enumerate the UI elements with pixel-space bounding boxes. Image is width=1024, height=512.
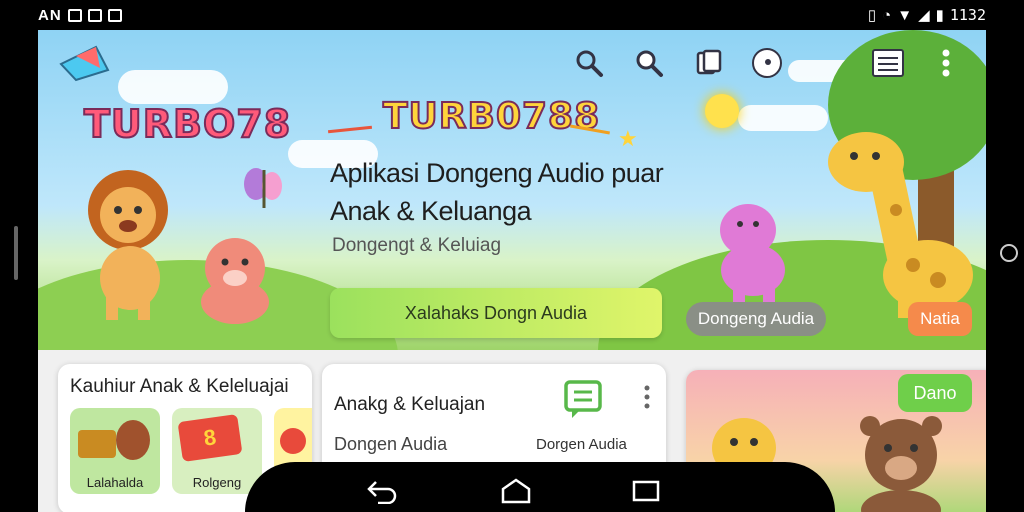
search-icon[interactable] <box>572 46 606 80</box>
status-left: AN <box>38 7 122 24</box>
chat-icon[interactable] <box>750 46 784 80</box>
cast-icon <box>107 8 122 22</box>
hero-title: Aplikasi Dongeng Audio puar Anak & Kelua… <box>330 154 664 230</box>
bookmark-icon[interactable] <box>692 46 726 80</box>
flower-icon <box>280 428 306 454</box>
more-vert-icon[interactable] <box>642 384 652 410</box>
hippo-icon <box>720 204 785 303</box>
cloud <box>118 70 228 104</box>
star-icon: ★ <box>618 126 638 151</box>
battery-icon: ▮ <box>935 7 944 24</box>
status-bar: AN ▯ ◔ ▼ ◢ ▮ 1132 <box>38 0 986 30</box>
lion-icon <box>88 170 168 320</box>
tile-label: Rolgeng <box>192 475 242 490</box>
side-handle <box>14 226 18 280</box>
notification-icon <box>87 8 102 22</box>
home-icon[interactable] <box>500 478 532 509</box>
menu-list-icon[interactable] <box>870 46 906 80</box>
vibrate-icon: ▯ <box>867 7 877 24</box>
carrier-label: AN <box>38 6 62 24</box>
signal-icon: ◢ <box>918 7 930 24</box>
hero-title-line2: Anak & Keluanga <box>330 196 532 226</box>
clock: 1132 <box>949 6 986 24</box>
tile-lalahalda[interactable]: Lalahalda <box>70 408 160 494</box>
back-icon[interactable] <box>366 478 398 509</box>
butterfly-icon <box>244 168 282 208</box>
navigation-bar <box>245 462 835 512</box>
side-circle-icon <box>1000 244 1018 262</box>
more-vert-icon[interactable] <box>934 46 958 80</box>
story-card-subtitle: Dongen Audia <box>334 434 448 454</box>
app-icon <box>67 8 82 22</box>
basket-icon <box>78 430 116 458</box>
featured-badge[interactable]: Dano <box>898 374 972 412</box>
search-icon[interactable] <box>632 46 666 80</box>
recents-icon[interactable] <box>632 478 660 509</box>
cloud <box>738 105 828 131</box>
story-card-title: Anakg & Keluajan <box>334 394 486 415</box>
pig-icon <box>201 238 269 324</box>
orange-action-button[interactable]: Natia <box>908 302 972 336</box>
story-card-icon-label: Dorgen Audia <box>536 436 627 453</box>
logo-center: TURB0788 <box>382 95 601 138</box>
numbers-icon: 8 <box>177 414 243 462</box>
kite-icon <box>59 45 110 82</box>
listen-cta-button[interactable]: Xalahaks Dongn Audia <box>330 288 662 338</box>
giraffe-icon <box>828 132 973 318</box>
dongeng-audio-pill[interactable]: Dongeng Audia <box>686 302 826 336</box>
bear-icon <box>860 416 942 512</box>
category-card-title: Kauhiur Anak & Keleluajai <box>70 376 289 397</box>
sun-icon <box>705 94 739 128</box>
hero-title-line1: Aplikasi Dongeng Audio puar <box>330 158 664 188</box>
message-icon <box>564 380 602 418</box>
monkey-icon <box>116 420 150 460</box>
hero-subtitle: Dongengt & Keluiag <box>332 235 502 256</box>
alarm-icon: ◔ <box>882 6 892 24</box>
logo-swoosh-left <box>327 125 373 134</box>
tile-rolgeng[interactable]: 8 Rolgeng <box>172 408 262 494</box>
app-screen: TURBO78 TURB0788 ★ Aplikasi Dongeng Audi… <box>38 30 986 512</box>
hero-banner: TURBO78 TURB0788 ★ Aplikasi Dongeng Audi… <box>38 30 986 460</box>
logo-left: TURBO78 <box>83 101 292 147</box>
device-frame: AN ▯ ◔ ▼ ◢ ▮ 1132 TURBO78 TURB0788 ★ Apl… <box>0 0 1024 512</box>
tile-label: Lalahalda <box>86 475 144 490</box>
status-right: ▯ ◔ ▼ ◢ ▮ 1132 <box>868 6 986 24</box>
logo-left-text: TURBO78 <box>83 101 292 147</box>
wifi-icon: ▼ <box>897 6 913 24</box>
logo-center-text: TURB0788 <box>382 95 601 138</box>
